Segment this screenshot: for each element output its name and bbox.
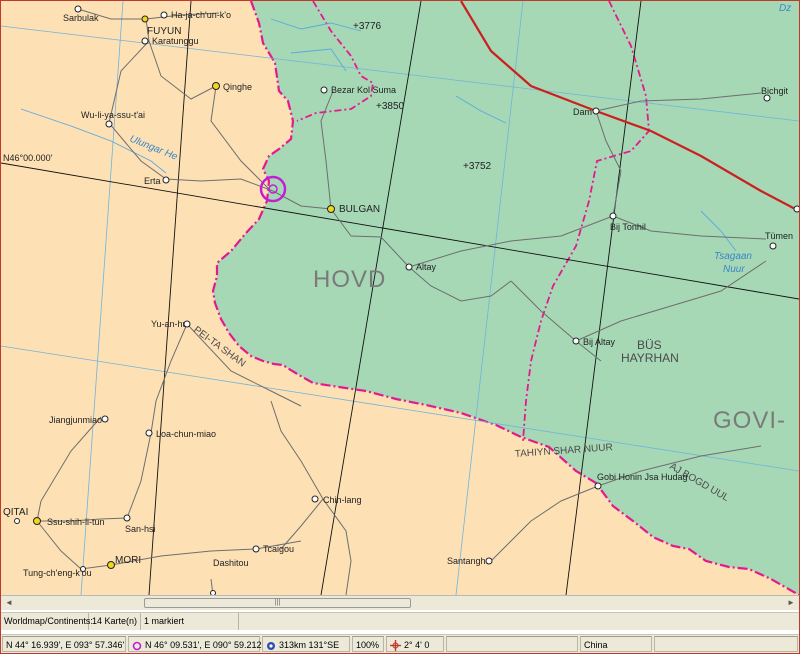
graticule-label: N46°00.000' — [3, 153, 53, 163]
horizontal-scrollbar[interactable]: ◄ ||| ► — [1, 595, 799, 610]
marker-coordinates: N 46° 09.531', E 090° 59.212' — [145, 640, 264, 650]
place-marker-yuanhu — [183, 320, 191, 328]
status-empty — [446, 636, 578, 652]
place-marker-jiangjunmiao — [101, 415, 109, 423]
map-count: 14 Karte(n) — [89, 613, 141, 630]
place-marker-tumen — [769, 242, 777, 250]
place-marker-qinghe — [212, 82, 220, 90]
place-marker-bijtonhil — [609, 212, 617, 220]
region-label-hovd: HOVD — [313, 266, 386, 293]
place-label-sanhsi: San-hsi — [125, 524, 156, 534]
place-marker-bichgit — [763, 94, 771, 102]
region-label-hayrhan: HAYRHAN — [621, 351, 679, 365]
marker-ring-icon — [132, 641, 142, 650]
distance-bearing: 313km 131°SE — [279, 640, 340, 650]
place-label-loachunmiao: Loa-chun-miao — [156, 429, 216, 439]
place-label-bichgit: Bichgit — [761, 86, 789, 96]
place-marker-tcaigou — [252, 545, 260, 553]
place-label-tcaigou: Tcaigou — [263, 544, 294, 554]
place-label-dam: Dam — [573, 107, 592, 117]
peak-3850: +3850 — [376, 101, 405, 112]
zoom-level: 100% — [352, 636, 384, 652]
peak-3776: +3776 — [353, 21, 382, 32]
place-label-karatunggu: Karatunggu — [152, 36, 199, 46]
place-label-mori: MORI — [115, 555, 141, 566]
place-marker-loachunmiao — [145, 429, 153, 437]
place-marker-mori — [107, 561, 115, 569]
place-marker-fuyun-dot — [141, 15, 149, 23]
place-marker-santanghu — [485, 557, 493, 565]
marker-coordinates-field: N 46° 09.531', E 090° 59.212' — [128, 636, 264, 652]
peak-3752: +3752 — [463, 161, 492, 172]
place-marker-qitai — [33, 517, 41, 525]
place-marker-karatunggu — [141, 37, 149, 45]
place-label-bezarkolsuma: Bezar Kol Suma — [331, 85, 396, 95]
place-marker-chihlang — [311, 495, 319, 503]
place-marker-bijaltay — [572, 337, 580, 345]
place-label-qinghe: Qinghe — [223, 82, 252, 92]
place-marker-qitai-old — [14, 518, 20, 524]
place-marker-edge — [793, 205, 799, 213]
place-marker-hajachunko — [160, 11, 168, 19]
place-label-dashitou: Dashitou — [213, 558, 249, 568]
distance-field: 313km 131°SE — [262, 636, 350, 652]
scroll-right-arrow-icon[interactable]: ► — [785, 598, 797, 608]
place-label-sarbulak: Sarbulak — [63, 13, 99, 23]
crosshair-icon — [390, 640, 401, 652]
region-label-govi: GOVI- — [713, 407, 786, 434]
place-label-bijtonhil: Bij Tonhil — [610, 222, 646, 232]
place-label-erta: Erta — [144, 176, 161, 186]
scrollbar-thumb[interactable]: ||| — [144, 598, 411, 608]
place-label-ssushihliun: Ssu-shih-li-tun — [47, 517, 105, 527]
status-empty-2 — [654, 636, 798, 652]
place-marker-erta — [162, 176, 170, 184]
place-marker-altay — [405, 263, 413, 271]
scrollbar-grip: ||| — [274, 599, 281, 606]
place-label-jiangjunmiao: Jiangjunmiao — [49, 415, 102, 425]
place-label-tungchengkou: Tung-ch'eng-k'ou — [23, 568, 92, 578]
place-marker-bezarkolsuma — [320, 86, 328, 94]
scroll-left-arrow-icon[interactable]: ◄ — [3, 598, 15, 608]
place-marker-gobi-honin — [594, 482, 602, 490]
place-marker-wulijiasutai — [105, 120, 113, 128]
place-label-santanghu: Santanghu — [447, 556, 491, 566]
map-view[interactable]: +3776 +3850 +3752 N46°00.000' Ulungar He… — [1, 1, 799, 595]
target-icon — [267, 641, 275, 650]
lake-label-tsagaan-2: Nuur — [723, 264, 745, 275]
place-label-bijaltay: Bij Altay — [583, 337, 616, 347]
lake-label-tsagaan-1: Tsagaan — [714, 251, 752, 262]
place-marker-sarbulak — [74, 5, 82, 13]
place-marker-sanhsi — [123, 514, 131, 522]
map-info-bar: Worldmap/Continents: 14 Karte(n) 1 marki… — [1, 612, 799, 630]
place-label-chihlang: Chih-lang — [323, 495, 362, 505]
place-label-wulijiasutai: Wu-li-ya-ssu-t'ai — [81, 110, 145, 120]
country-name: China — [580, 636, 652, 652]
region-label-bus: BÜS — [637, 338, 662, 352]
place-label-yuanhu: Yu-an-hu — [151, 319, 188, 329]
place-label-qitai: QITAI — [3, 507, 28, 518]
layer-label: Worldmap/Continents: — [1, 613, 93, 630]
place-label-altay: Altay — [416, 262, 437, 272]
water-label-dz: Dz — [779, 3, 791, 14]
cursor-coordinates: N 44° 16.939', E 093° 57.346' — [2, 636, 126, 652]
map-canvas: +3776 +3850 +3752 N46°00.000' Ulungar He… — [1, 1, 799, 595]
marked-count: 1 markiert — [141, 613, 239, 630]
status-bar: N 44° 16.939', E 093° 57.346' N 46° 09.5… — [1, 634, 799, 653]
place-label-gobi-honin: Gobi Honin Jsa Hudag — [597, 472, 688, 482]
place-marker-bulgan — [327, 205, 335, 213]
place-label-hajachunko: Ha-ja-ch'un-k'o — [171, 10, 231, 20]
place-marker-dam — [592, 107, 600, 115]
grid-field: 2° 4' 0 — [386, 636, 444, 652]
place-label-bulgan: BULGAN — [339, 204, 380, 215]
place-label-tumen: Tümen — [765, 231, 793, 241]
grid-spacing: 2° 4' 0 — [404, 640, 430, 650]
